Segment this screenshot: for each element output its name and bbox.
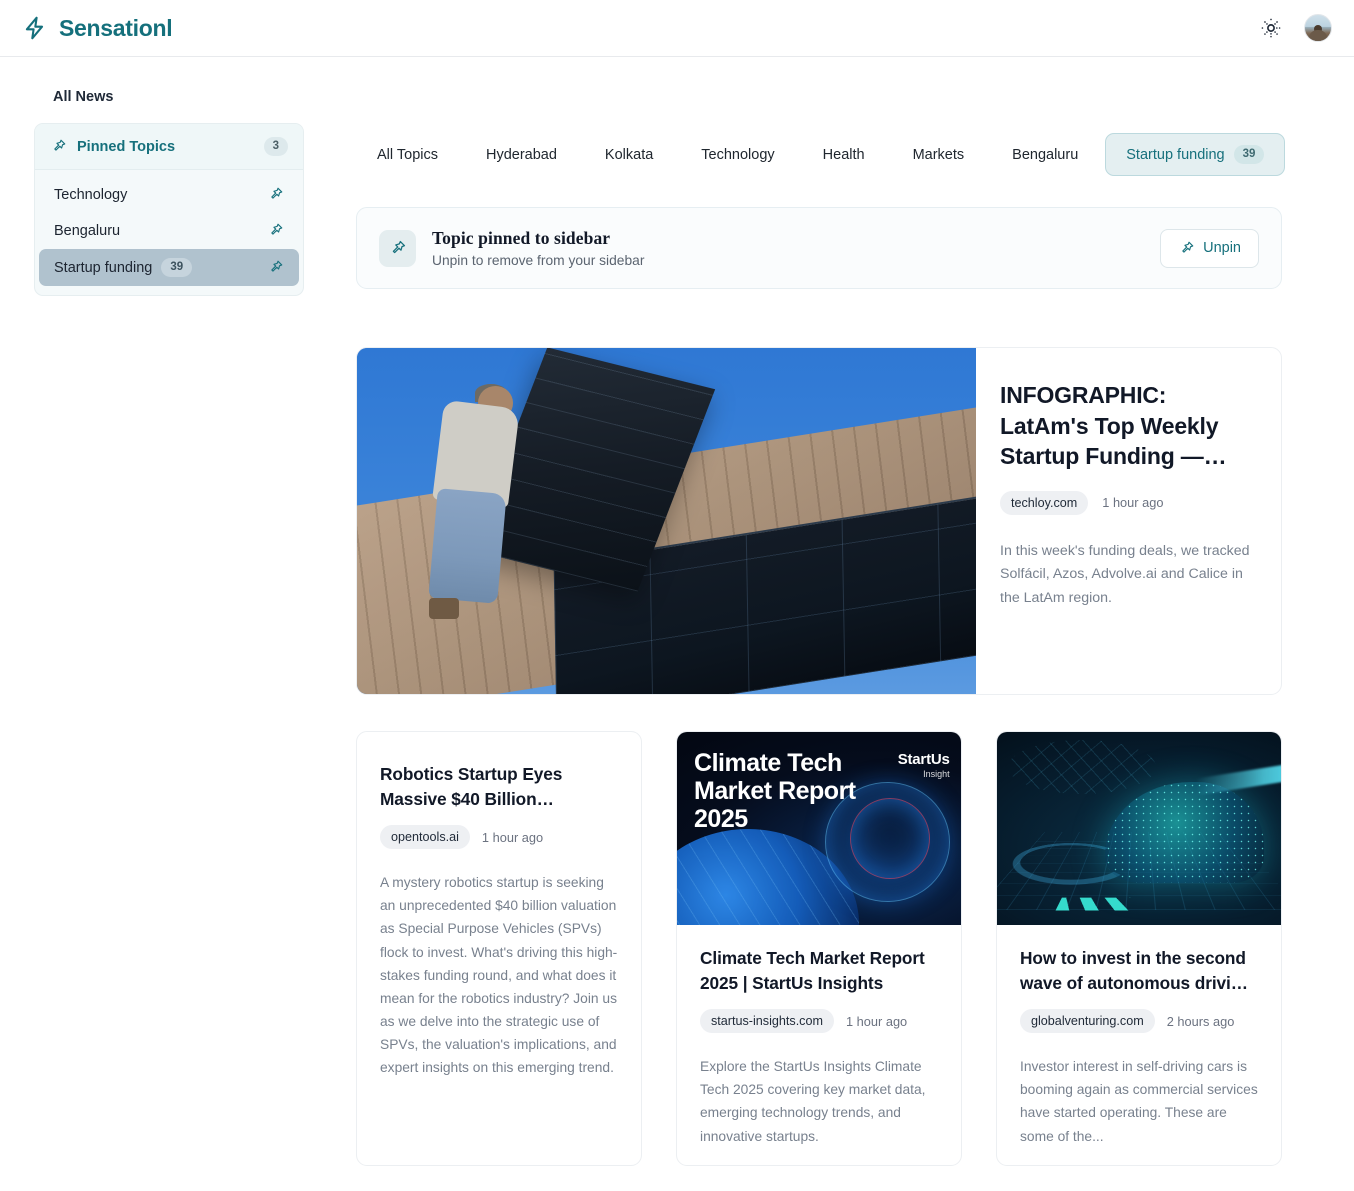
sidebar: All News Pinned Topics 3 Technology Beng… bbox=[0, 57, 326, 1191]
page-layout: All News Pinned Topics 3 Technology Beng… bbox=[0, 57, 1354, 1191]
article-image: Climate Tech Market Report 2025 StartUs … bbox=[677, 732, 961, 925]
main-content: All Topics Hyderabad Kolkata Technology … bbox=[326, 57, 1354, 1191]
sidebar-item-label: Startup funding bbox=[54, 259, 153, 276]
featured-article-excerpt: In this week's funding deals, we tracked… bbox=[1000, 542, 1250, 606]
topic-tabs: All Topics Hyderabad Kolkata Technology … bbox=[356, 57, 1286, 176]
source-badge: globalventuring.com bbox=[1020, 1009, 1155, 1034]
brand-line-1: StartUs bbox=[897, 751, 950, 769]
pinned-topics-list: Technology Bengaluru Startup funding 39 bbox=[35, 170, 303, 295]
article-card-body: Climate Tech Market Report 2025 | StartU… bbox=[677, 925, 961, 1148]
worker-boot bbox=[429, 598, 459, 619]
featured-article-body: INFOGRAPHIC: LatAm's Top Weekly Startup … bbox=[976, 348, 1281, 694]
sidebar-title: All News bbox=[53, 89, 114, 105]
article-excerpt: A mystery robotics startup is seeking an… bbox=[380, 875, 618, 1076]
tab-health[interactable]: Health bbox=[802, 135, 886, 175]
timestamp: 2 hours ago bbox=[1166, 1013, 1235, 1029]
image-overlay-title: Climate Tech Market Report 2025 bbox=[694, 749, 856, 834]
source-badge: opentools.ai bbox=[380, 825, 470, 850]
article-title: Climate Tech Market Report 2025 | StartU… bbox=[700, 948, 925, 993]
pinned-topics-header[interactable]: Pinned Topics 3 bbox=[35, 124, 303, 170]
tab-kolkata[interactable]: Kolkata bbox=[584, 135, 674, 175]
tab-technology[interactable]: Technology bbox=[680, 135, 795, 175]
pin-icon[interactable] bbox=[267, 259, 284, 276]
top-bar: Sensationl bbox=[0, 0, 1354, 57]
timestamp: 1 hour ago bbox=[481, 829, 544, 845]
source-badge: startus-insights.com bbox=[700, 1009, 834, 1034]
source-badge: techloy.com bbox=[1000, 490, 1089, 515]
banner-subtitle: Unpin to remove from your sidebar bbox=[432, 253, 645, 268]
pinned-topics-panel: Pinned Topics 3 Technology Bengaluru Sta… bbox=[34, 123, 304, 296]
featured-article-meta: techloy.com 1 hour ago bbox=[1000, 490, 1251, 515]
top-bar-actions bbox=[1260, 14, 1332, 42]
lane-markers bbox=[1056, 897, 1137, 911]
light-streak bbox=[1195, 762, 1281, 796]
article-meta: opentools.ai 1 hour ago bbox=[380, 825, 618, 850]
brand-logo[interactable]: Sensationl bbox=[22, 14, 173, 42]
pin-icon bbox=[1182, 241, 1194, 253]
avatar-body bbox=[1308, 30, 1328, 41]
image-brand-logo: StartUs Insight bbox=[898, 751, 950, 779]
article-excerpt: Investor interest in self-driving cars i… bbox=[1020, 1059, 1258, 1144]
banner-text: Topic pinned to sidebar Unpin to remove … bbox=[432, 228, 1144, 268]
article-title: How to invest in the second wave of auto… bbox=[1020, 948, 1248, 993]
timestamp: 1 hour ago bbox=[1102, 495, 1164, 511]
sidebar-item-label: Bengaluru bbox=[54, 222, 121, 239]
pin-icon bbox=[54, 139, 66, 151]
article-meta: startus-insights.com 1 hour ago bbox=[700, 1009, 938, 1034]
pinned-banner: Topic pinned to sidebar Unpin to remove … bbox=[356, 207, 1282, 289]
lightning-bolt-icon bbox=[25, 16, 44, 40]
timestamp: 1 hour ago bbox=[845, 1013, 908, 1029]
unpin-button[interactable]: Unpin bbox=[1160, 228, 1259, 268]
article-grid: Robotics Startup Eyes Massive $40 Billio… bbox=[356, 731, 1282, 1166]
pinned-topics-count: 3 bbox=[263, 137, 288, 156]
sidebar-item-bengaluru[interactable]: Bengaluru bbox=[39, 213, 299, 248]
tab-label: Startup funding bbox=[1126, 146, 1225, 163]
wireframe-car bbox=[1104, 782, 1264, 883]
autonomous-car-scene bbox=[997, 732, 1281, 925]
sun-icon[interactable] bbox=[1260, 17, 1282, 39]
unpin-button-label: Unpin bbox=[1203, 240, 1241, 256]
brand-line-2: Insight bbox=[923, 769, 950, 780]
pin-icon[interactable] bbox=[267, 222, 284, 239]
tab-markets[interactable]: Markets bbox=[892, 135, 986, 175]
worker-figure bbox=[428, 383, 536, 619]
article-excerpt: Explore the StartUs Insights Climate Tec… bbox=[700, 1059, 926, 1144]
article-image bbox=[997, 732, 1281, 925]
tab-startup-funding[interactable]: Startup funding 39 bbox=[1105, 133, 1286, 176]
article-card-body: Robotics Startup Eyes Massive $40 Billio… bbox=[357, 732, 641, 1080]
climate-report-scene: Climate Tech Market Report 2025 StartUs … bbox=[677, 732, 961, 925]
featured-article-title: INFOGRAPHIC: LatAm's Top Weekly Startup … bbox=[1000, 382, 1227, 470]
sidebar-item-technology[interactable]: Technology bbox=[39, 177, 299, 212]
pinned-topics-label: Pinned Topics bbox=[77, 138, 176, 155]
solar-panel-scene bbox=[357, 348, 976, 694]
banner-title: Topic pinned to sidebar bbox=[432, 228, 611, 248]
worker-jeans bbox=[428, 488, 508, 604]
brand-name: Sensationl bbox=[59, 14, 173, 41]
pin-icon[interactable] bbox=[267, 186, 284, 203]
tab-hyderabad[interactable]: Hyderabad bbox=[465, 135, 578, 175]
tab-all-topics[interactable]: All Topics bbox=[356, 135, 459, 175]
article-card-climate-tech[interactable]: Climate Tech Market Report 2025 StartUs … bbox=[676, 731, 962, 1166]
wireframe-mesh bbox=[1008, 739, 1157, 794]
sidebar-item-startup-funding[interactable]: Startup funding 39 bbox=[39, 249, 299, 286]
tab-count: 39 bbox=[1233, 145, 1265, 164]
tab-bengaluru[interactable]: Bengaluru bbox=[991, 135, 1099, 175]
sidebar-item-count: 39 bbox=[161, 258, 193, 277]
sidebar-item-label: Technology bbox=[54, 186, 128, 203]
avatar[interactable] bbox=[1304, 14, 1332, 42]
pin-icon bbox=[392, 240, 406, 253]
featured-article-card[interactable]: INFOGRAPHIC: LatAm's Top Weekly Startup … bbox=[356, 347, 1282, 695]
featured-article-image bbox=[357, 348, 976, 694]
article-card-body: How to invest in the second wave of auto… bbox=[997, 925, 1281, 1148]
article-card-autonomous-driving[interactable]: How to invest in the second wave of auto… bbox=[996, 731, 1282, 1166]
article-meta: globalventuring.com 2 hours ago bbox=[1020, 1009, 1258, 1034]
article-title: Robotics Startup Eyes Massive $40 Billio… bbox=[380, 764, 563, 809]
banner-icon-box bbox=[379, 229, 416, 267]
article-card-robotics[interactable]: Robotics Startup Eyes Massive $40 Billio… bbox=[356, 731, 642, 1166]
